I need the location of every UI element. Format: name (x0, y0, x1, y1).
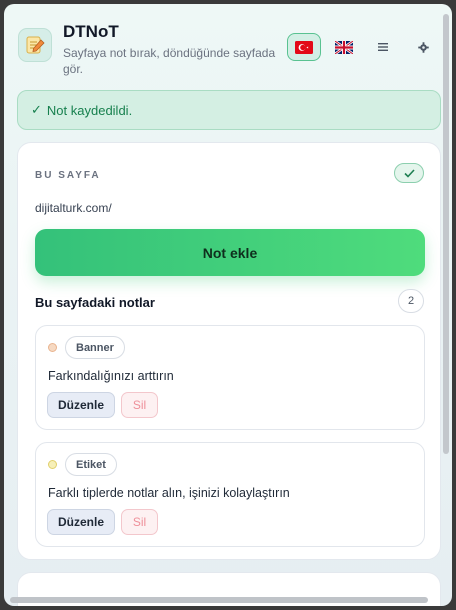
notes-count-badge: 2 (398, 289, 424, 313)
hamburger-menu-icon (378, 43, 388, 51)
language-en-button[interactable] (327, 33, 361, 61)
header: DTNoT Sayfaya not bırak, döndüğünde sayf… (4, 4, 452, 86)
add-note-button[interactable]: Not ekle (35, 229, 425, 276)
current-page-card: BU SAYFA dijitalturk.com/ Not ekle Bu sa… (17, 142, 441, 560)
extension-popup: DTNoT Sayfaya not bırak, döndüğünde sayf… (4, 4, 452, 606)
note-card: Banner Farkındalığınızı arttırın Düzenle… (35, 325, 425, 430)
vertical-scroll-thumb[interactable] (443, 14, 449, 454)
note-text: Farkındalığınızı arttırın (48, 369, 174, 383)
turkey-flag-icon (295, 40, 313, 54)
app-title: DTNoT (63, 22, 119, 41)
page-check-badge (394, 163, 424, 183)
check-icon (403, 168, 415, 178)
check-icon: ✓ (31, 102, 42, 117)
edit-note-button[interactable]: Düzenle (47, 509, 115, 535)
delete-note-button[interactable]: Sil (121, 392, 158, 418)
toast-text: Not kaydedildi. (46, 102, 133, 118)
edit-note-button[interactable]: Düzenle (47, 392, 115, 418)
settings-button[interactable] (406, 33, 440, 61)
note-color-dot (48, 460, 57, 469)
note-text: Farklı tiplerde notlar alın, işinizi kol… (48, 486, 290, 500)
notes-title: Bu sayfadaki notlar (35, 295, 155, 310)
notepad-pencil-icon (26, 36, 45, 54)
note-card: Etiket Farklı tiplerde notlar alın, işin… (35, 442, 425, 547)
gear-icon (417, 41, 429, 53)
delete-note-button[interactable]: Sil (121, 509, 158, 535)
app-subtitle: Sayfaya not bırak, döndüğünde sayfada gö… (63, 46, 276, 76)
page-url: dijitalturk.com/ (35, 201, 112, 215)
note-tag: Etiket (65, 453, 117, 476)
horizontal-scrollbar[interactable] (10, 597, 428, 603)
uk-flag-icon (335, 40, 353, 54)
language-tr-button[interactable] (287, 33, 321, 61)
saved-toast: ✓ Not kaydedildi. (17, 90, 441, 130)
menu-button[interactable] (366, 33, 400, 61)
app-logo (18, 28, 52, 62)
note-color-dot (48, 343, 57, 352)
note-tag: Banner (65, 336, 125, 359)
section-label: BU SAYFA (35, 170, 101, 181)
